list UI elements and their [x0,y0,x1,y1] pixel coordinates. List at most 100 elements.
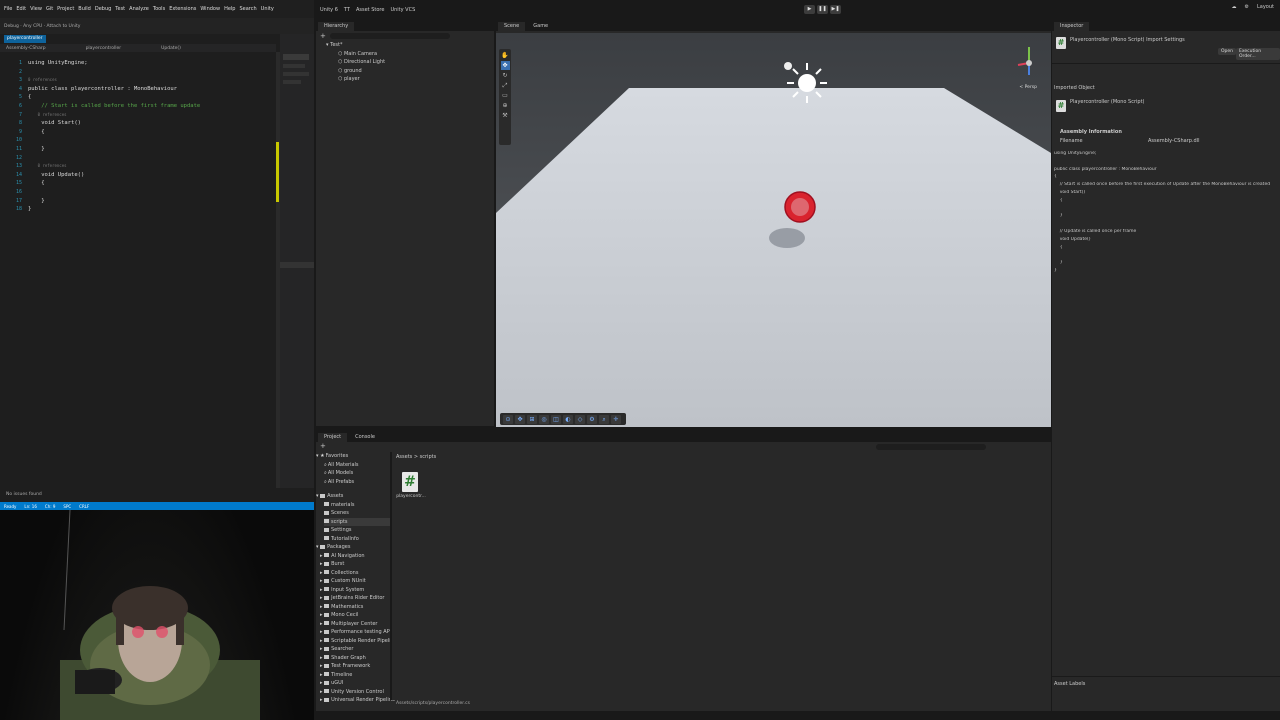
tab-project[interactable]: Project [318,433,348,442]
favorite-item[interactable]: ⌕All Prefabs [324,478,390,487]
package-folder[interactable]: ▸ uGUI [320,679,390,688]
package-folder[interactable]: ▸ Shader Graph [320,654,390,663]
scene-root[interactable]: ▾ Test* [326,41,494,50]
package-folder[interactable]: ▸ Timeline [320,671,390,680]
overlay-icon[interactable]: ⚙ [587,414,597,424]
add-icon[interactable]: + [320,32,326,40]
favorite-item[interactable]: ⌕All Models [324,469,390,478]
solution-item[interactable] [283,64,305,68]
solution-item[interactable] [283,80,301,84]
menu-item[interactable]: Git [46,6,53,12]
tab-game[interactable]: Game [527,22,555,31]
menu-item[interactable]: Test [115,6,125,12]
code-line[interactable]: { [28,180,44,186]
menu-item[interactable]: Extensions [169,6,196,12]
package-folder[interactable]: ▸ Custom NUnit [320,577,390,586]
project-asset-view[interactable]: Assets > scripts # playercontr... [392,452,1051,700]
code-line[interactable]: } [28,198,44,204]
nav-project[interactable]: Assembly-CSharp [6,46,46,51]
assets-header[interactable]: ▾ Assets [316,492,390,501]
menu-item[interactable]: Project [57,6,74,12]
issues-status[interactable]: No issues found [6,492,42,497]
asset-folder[interactable]: TutorialInfo [324,535,390,544]
code-line[interactable]: void Start() [28,120,81,126]
package-folder[interactable]: ▸ Unity Version Control [320,688,390,697]
tab-console[interactable]: Console [349,433,381,442]
asset-playercontroller[interactable]: # playercontr... [396,472,426,499]
code-line[interactable]: 0 references [28,163,67,168]
overlay-icon[interactable]: ✛ [611,414,621,424]
asset-folder[interactable]: scripts [324,517,390,526]
asset-labels[interactable]: Asset Labels [1054,681,1085,687]
code-line[interactable]: 0 references [28,112,67,117]
overlay-icon[interactable]: ✥ [515,414,525,424]
code-line[interactable]: } [28,146,44,152]
favorites-header[interactable]: ▾ ★Favorites [316,452,390,461]
overlay-icon[interactable]: ⊙ [503,414,513,424]
package-folder[interactable]: ▸ AI Navigation [320,552,390,561]
package-folder[interactable]: ▸ Input System [320,586,390,595]
code-line[interactable]: } [28,206,31,212]
asset-folder[interactable]: Settings [324,526,390,535]
menu-item[interactable]: Unity [261,6,274,12]
transform-tool-icon[interactable]: ⊕ [501,101,510,110]
overlay-icon[interactable]: ⌕ [599,414,609,424]
overlay-icon[interactable]: ◇ [575,414,585,424]
package-folder[interactable]: ▸ Performance testing API [320,628,391,637]
overlay-icon[interactable]: ◎ [539,414,549,424]
version-control-button[interactable]: Unity VCS [390,7,415,13]
hierarchy-search-input[interactable] [329,33,450,39]
solution-item[interactable] [283,72,309,76]
move-tool-icon[interactable]: ✥ [500,61,510,70]
execution-order-button[interactable]: Execution Order... [1236,48,1280,60]
package-folder[interactable]: ▸ Scriptable Render Pipeline [320,637,397,646]
vs-toolbar-text[interactable]: Debug · Any CPU · Attach to Unity [4,24,80,29]
overlay-icon[interactable]: ◐ [563,414,573,424]
open-button[interactable]: Open [1218,48,1237,55]
menu-item[interactable]: Window [200,6,220,12]
overlay-icon[interactable]: ◫ [551,414,561,424]
pause-icon[interactable]: ❚❚ [817,5,828,14]
assembly-info-label[interactable]: Assembly Information [1060,129,1122,135]
code-editor[interactable]: 1 using UnityEngine; 2 3 0 references 4 public… [0,52,276,488]
tab-inspector[interactable]: Inspector [1054,22,1090,31]
package-folder[interactable]: ▸ Mathematics [320,603,390,612]
package-folder[interactable]: ▸ Searcher [320,645,390,654]
code-line[interactable]: // Start is called before the first fram… [28,103,200,109]
menu-item[interactable]: Search [239,6,256,12]
solution-explorer[interactable] [280,34,314,488]
code-line[interactable]: { [28,129,44,135]
menu-item[interactable]: Tools [153,6,165,12]
package-folder[interactable]: ▸ JetBrains Rider Editor [320,594,390,603]
menu-item[interactable]: File [4,6,12,12]
nav-member[interactable]: Update() [161,46,181,51]
asset-folder[interactable]: materials [324,501,390,510]
layout-dropdown[interactable]: Layout [1257,4,1274,10]
project-search-input[interactable] [876,444,986,450]
menu-item[interactable]: Build [78,6,91,12]
cloud-icon[interactable]: ☁ [1232,4,1237,10]
account-button[interactable]: Unity 6 [320,7,338,13]
menu-item[interactable]: Help [224,6,235,12]
tab-playercontroller[interactable]: playercontroller [4,35,46,43]
hand-tool-icon[interactable]: ✋ [501,51,510,60]
menu-item[interactable]: Debug [95,6,111,12]
scene-viewport[interactable]: ✋ ✥ ↻ ⤢ ▭ ⊕ ⚒ < Persp ⊙ ✥ ⊞ ◎ ◫ ◐ ◇ ⚙ ⌕ … [496,33,1051,427]
hierarchy-item[interactable]: ⬡ Main Camera [338,50,494,59]
perspective-label[interactable]: < Persp [1019,85,1037,90]
code-line[interactable]: using UnityEngine; [28,60,88,66]
menu-item[interactable]: View [30,6,42,12]
add-icon[interactable]: + [320,442,326,450]
package-folder[interactable]: ▸ Collections [320,569,390,578]
favorite-item[interactable]: ⌕All Materials [324,461,390,470]
tab-scene[interactable]: Scene [498,22,526,31]
menu-item[interactable]: Analyze [129,6,149,12]
custom-tool-icon[interactable]: ⚒ [501,111,510,120]
packages-header[interactable]: ▾ Packages [316,543,390,552]
tab-hierarchy[interactable]: Hierarchy [318,22,355,31]
code-line[interactable]: { [28,94,31,100]
hierarchy-item[interactable]: ⬡ player [338,75,494,84]
rect-tool-icon[interactable]: ▭ [501,91,510,100]
gear-icon[interactable]: ⚙ [1245,4,1249,10]
asset-store-button[interactable]: Asset Store [356,7,384,13]
